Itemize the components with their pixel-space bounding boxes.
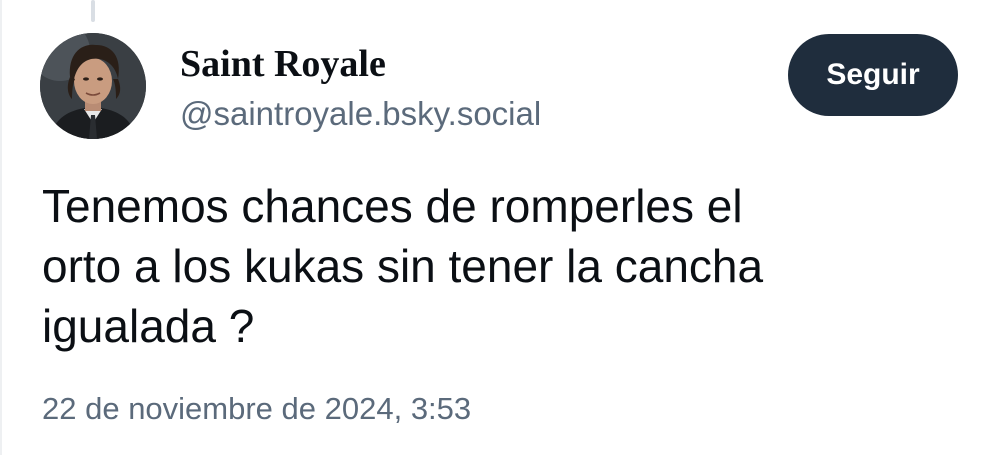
- post-timestamp[interactable]: 22 de noviembre de 2024, 3:53: [42, 390, 471, 428]
- post-text: Tenemos chances de romperles el orto a l…: [42, 176, 942, 356]
- author-display-name[interactable]: Saint Royale: [180, 42, 386, 86]
- avatar-image: [40, 33, 146, 139]
- post-text-line: Tenemos chances de romperles el: [42, 180, 743, 232]
- avatar[interactable]: [40, 33, 146, 139]
- left-border: [0, 0, 2, 455]
- author-handle[interactable]: @saintroyale.bsky.social: [180, 94, 541, 134]
- thread-line: [91, 0, 95, 22]
- post-text-line: igualada ?: [42, 300, 255, 352]
- follow-button[interactable]: Seguir: [788, 34, 958, 116]
- post-text-line: orto a los kukas sin tener la cancha: [42, 240, 764, 292]
